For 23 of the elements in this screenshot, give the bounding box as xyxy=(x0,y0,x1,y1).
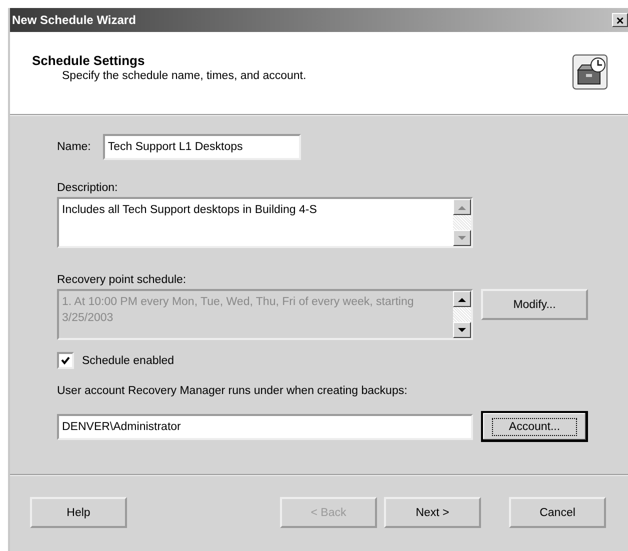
account-field[interactable]: DENVER\Administrator xyxy=(57,414,473,440)
checkbox-label: Schedule enabled xyxy=(82,354,174,366)
account-label: User account Recovery Manager runs under when creating backups: xyxy=(57,385,408,397)
description-field[interactable]: Includes all Tech Support desktops in Building 4-S xyxy=(57,197,473,248)
wizard-button[interactable]: Cancel xyxy=(509,497,606,528)
description-label: Description: xyxy=(57,182,119,194)
toolbox-clock-icon xyxy=(572,54,608,90)
checkmark-icon xyxy=(61,356,70,365)
window-title: New Schedule Wizard xyxy=(12,13,136,27)
schedule-text: 1. At 10:00 PM every Mon, Tue, Wed, Thu, Fri of every week, starting 3/25/2003 xyxy=(61,295,415,326)
schedule-label: Recovery point schedule: xyxy=(57,274,188,286)
page-title: Schedule Settings xyxy=(32,53,146,68)
down-arrow-icon[interactable] xyxy=(458,328,466,332)
name-label: Name: xyxy=(57,141,91,153)
name-field[interactable]: Tech Support L1 Desktops xyxy=(102,134,301,160)
page-subtitle: Specify the schedule name, times, and account. xyxy=(61,70,306,82)
close-button[interactable]: × xyxy=(612,13,628,27)
checkbox[interactable] xyxy=(57,352,74,369)
account-button[interactable]: Account... xyxy=(481,411,588,442)
wizard-button[interactable]: Next > xyxy=(384,497,481,528)
up-arrow-icon[interactable] xyxy=(458,296,466,302)
wizard-button[interactable]: Help xyxy=(30,497,127,528)
description-text: Includes all Tech Support desktops in Building 4-S xyxy=(61,203,318,218)
